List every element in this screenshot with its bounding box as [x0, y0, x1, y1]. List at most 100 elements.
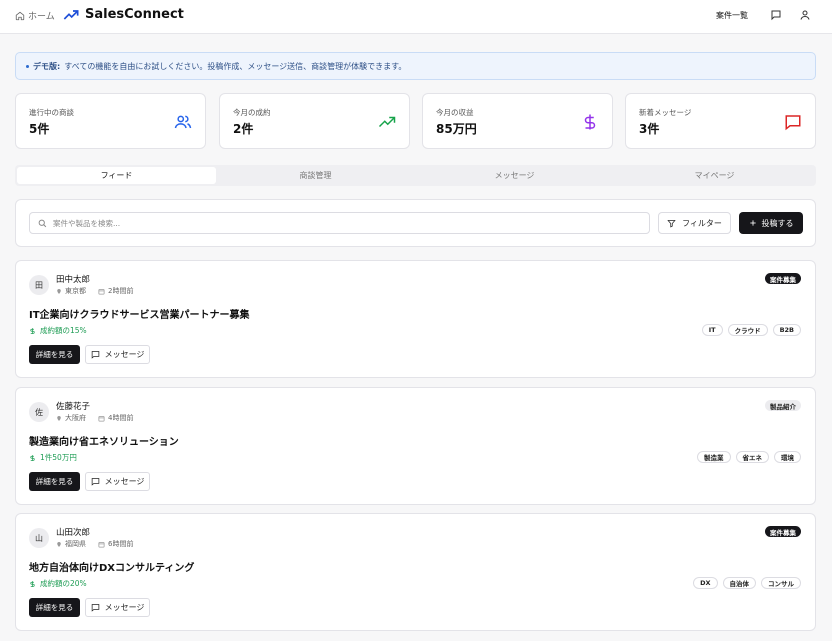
view-detail-button[interactable]: 詳細を見る [29, 598, 80, 617]
avatar: 山 [29, 528, 49, 548]
tag[interactable]: IT [701, 324, 723, 336]
tag[interactable]: 省エネ [735, 451, 769, 463]
user-icon[interactable] [799, 9, 811, 21]
demo-banner: デモ版: すべての機能を自由にお試しください。投稿作成、メッセージ送信、商談管理… [15, 52, 816, 80]
stat-value: 85万円 [436, 122, 477, 136]
stat-card-closed: 今月の成約 2件 [219, 93, 410, 149]
stat-label: 今月の成約 [233, 108, 271, 117]
trending-up-icon [63, 9, 79, 20]
post-price: 1件50万円 [29, 452, 77, 463]
author-name: 佐藤花子 [56, 402, 91, 412]
filter-label: フィルター [682, 218, 722, 228]
search-icon [38, 219, 47, 227]
stat-value: 3件 [639, 122, 660, 136]
stat-value: 2件 [233, 122, 254, 136]
home-link[interactable]: ホーム [15, 9, 55, 22]
post-tags: 製造業 省エネ 環境 [697, 451, 801, 463]
tag[interactable]: 自治体 [722, 577, 756, 589]
post-title[interactable]: 地方自治体向けDXコンサルティング [29, 559, 194, 574]
post-card: 佐 佐藤花子 大阪府 4時間前 製品紹介 製造業向け省エネソリューション 1件5… [15, 387, 816, 505]
post-time: 4時間前 [108, 414, 134, 422]
search-input[interactable] [53, 218, 613, 228]
home-label: ホーム [28, 12, 55, 22]
stat-value: 5件 [29, 122, 50, 136]
message-icon [785, 115, 801, 131]
filter-icon [667, 219, 676, 227]
stat-label: 今月の収益 [436, 108, 474, 117]
app-header: ホーム SalesConnect 案件一覧 [0, 0, 832, 34]
post-price-text: 1件50万円 [40, 453, 77, 462]
post-card: 田 田中太郎 東京都 2時間前 案件募集 IT企業向けクラウドサービス営業パート… [15, 260, 816, 378]
post-meta: 東京都 2時間前 [56, 286, 133, 296]
avatar: 佐 [29, 402, 49, 422]
calendar-icon [98, 541, 105, 547]
brand[interactable]: SalesConnect [63, 7, 184, 22]
dollar-icon [30, 454, 35, 461]
calendar-icon [98, 288, 105, 294]
post-title[interactable]: IT企業向けクラウドサービス営業パートナー募集 [29, 306, 250, 321]
brand-name: SalesConnect [85, 7, 184, 22]
location-pin-icon [57, 541, 61, 547]
create-post-button[interactable]: 投稿する [739, 212, 803, 234]
plus-icon [749, 220, 756, 226]
post-type-badge: 案件募集 [765, 526, 801, 537]
post-location: 大阪府 [65, 414, 86, 422]
calendar-icon [98, 415, 105, 421]
stat-card-messages: 新着メッセージ 3件 [625, 93, 816, 149]
tag[interactable]: DX [693, 577, 718, 589]
dollar-icon [584, 114, 596, 130]
avatar: 田 [29, 275, 49, 295]
tab-messages[interactable]: メッセージ [415, 167, 614, 184]
location-pin-icon [57, 288, 61, 294]
search-box [29, 212, 650, 234]
send-message-button[interactable]: メッセージ [85, 345, 150, 364]
post-location: 東京都 [65, 287, 86, 295]
message-label: メッセージ [104, 477, 145, 486]
nav-projects-link[interactable]: 案件一覧 [716, 10, 748, 21]
filter-button[interactable]: フィルター [658, 212, 731, 234]
tab-deals[interactable]: 商談管理 [216, 167, 415, 184]
view-detail-button[interactable]: 詳細を見る [29, 472, 80, 491]
tag[interactable]: コンサル [761, 577, 801, 589]
home-icon [15, 11, 25, 20]
stat-card-deals: 進行中の商談 5件 [15, 93, 206, 149]
search-card: フィルター 投稿する [15, 199, 816, 247]
message-icon [91, 351, 99, 359]
stat-label: 進行中の商談 [29, 108, 74, 117]
post-meta: 福岡県 6時間前 [56, 539, 133, 549]
trending-up-icon [378, 116, 396, 128]
post-title[interactable]: 製造業向け省エネソリューション [29, 433, 179, 448]
view-detail-button[interactable]: 詳細を見る [29, 345, 80, 364]
tag[interactable]: B2B [772, 324, 801, 336]
post-time: 2時間前 [108, 287, 134, 295]
dollar-icon [30, 580, 35, 587]
tag[interactable]: 製造業 [697, 451, 731, 463]
stat-card-revenue: 今月の収益 85万円 [422, 93, 613, 149]
tab-mypage[interactable]: マイページ [615, 167, 814, 184]
message-icon [91, 478, 99, 486]
post-price: 成約額の15% [29, 325, 87, 336]
tag[interactable]: クラウド [727, 324, 768, 336]
message-label: メッセージ [104, 603, 145, 612]
tab-feed[interactable]: フィード [17, 167, 216, 184]
post-location: 福岡県 [65, 540, 86, 548]
dollar-icon [30, 327, 35, 334]
post-type-badge: 案件募集 [765, 273, 801, 284]
send-message-button[interactable]: メッセージ [85, 472, 150, 491]
post-type-badge: 製品紹介 [765, 400, 801, 411]
main-tabs: フィード 商談管理 メッセージ マイページ [15, 165, 816, 186]
post-tags: DX 自治体 コンサル [693, 577, 801, 589]
send-message-button[interactable]: メッセージ [85, 598, 150, 617]
author-name: 田中太郎 [56, 275, 91, 285]
location-pin-icon [57, 415, 61, 421]
stat-label: 新着メッセージ [639, 108, 692, 117]
message-label: メッセージ [104, 350, 145, 359]
tag[interactable]: 環境 [774, 451, 801, 463]
post-time: 6時間前 [108, 540, 134, 548]
message-icon[interactable] [770, 9, 782, 21]
post-price-text: 成約額の20% [40, 579, 87, 588]
post-meta: 大阪府 4時間前 [56, 413, 133, 423]
users-icon [174, 115, 192, 129]
post-tags: IT クラウド B2B [701, 324, 801, 336]
post-label: 投稿する [761, 218, 794, 228]
